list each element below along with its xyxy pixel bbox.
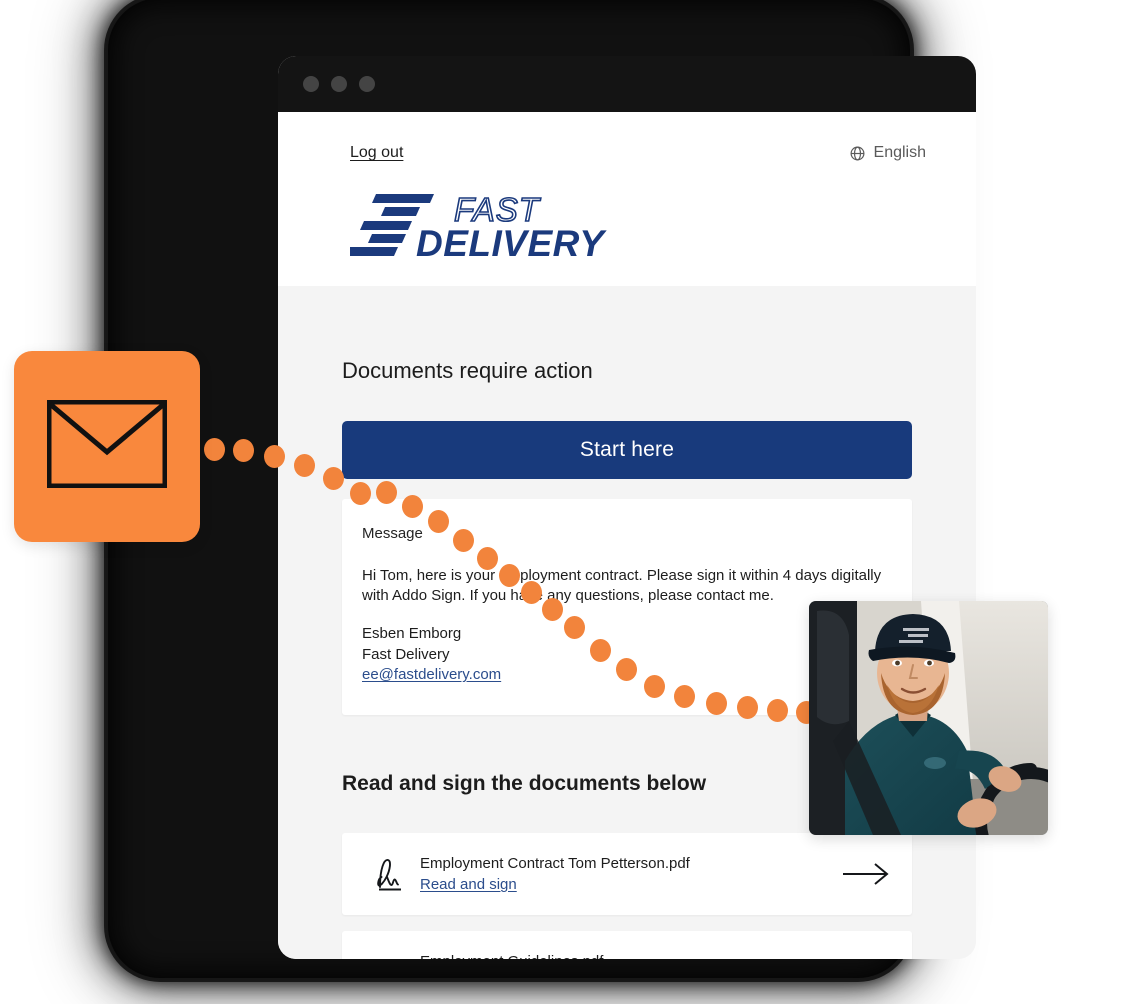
document-text: Employment Guidelines.pdf Read and appro… — [420, 953, 836, 959]
message-label: Message — [362, 524, 423, 542]
document-row[interactable]: Employment Contract Tom Petterson.pdf Re… — [342, 833, 912, 916]
document-name: Employment Contract Tom Petterson.pdf — [420, 854, 690, 872]
envelope-icon — [46, 399, 168, 493]
window-maximize-dot[interactable] — [359, 76, 375, 92]
arrow-right-icon[interactable] — [836, 863, 890, 886]
device-frame: Log out English FAST DELIVERY Documents … — [118, 8, 976, 968]
sender-name: Esben Emborg — [362, 625, 462, 643]
message-body: Hi Tom, here is your employment contract… — [362, 566, 882, 686]
window-close-dot[interactable] — [303, 76, 319, 92]
document-text: Employment Contract Tom Petterson.pdf Re… — [420, 855, 836, 894]
svg-text:DELIVERY: DELIVERY — [416, 223, 607, 264]
signature-icon — [358, 854, 420, 894]
message-body-line-1: Hi Tom, here is your employment contract… — [362, 566, 882, 584]
document-row[interactable]: Employment Guidelines.pdf Read and appro… — [342, 931, 912, 959]
page-header: Log out English FAST DELIVERY — [278, 112, 976, 286]
page-title: Documents require action — [342, 358, 593, 384]
document-action-link[interactable]: Read and sign — [420, 876, 517, 893]
top-bar: Log out English — [278, 112, 976, 162]
envelope-card — [14, 351, 200, 542]
message-body-line-2: with Addo Sign. If you have any question… — [362, 586, 774, 604]
document-name: Employment Guidelines.pdf — [420, 953, 836, 959]
logout-link[interactable]: Log out — [350, 144, 403, 162]
driver-photo — [809, 601, 1048, 835]
sender-email-link[interactable]: ee@fastdelivery.com — [362, 666, 501, 683]
window-minimize-dot[interactable] — [331, 76, 347, 92]
globe-icon — [849, 145, 866, 162]
brand-logo: FAST DELIVERY — [346, 188, 640, 264]
browser-chrome-bar — [278, 56, 976, 112]
language-switcher[interactable]: English — [849, 144, 926, 162]
start-here-button[interactable]: Start here — [342, 420, 912, 479]
language-label: English — [873, 144, 926, 161]
sender-company: Fast Delivery — [362, 645, 450, 663]
